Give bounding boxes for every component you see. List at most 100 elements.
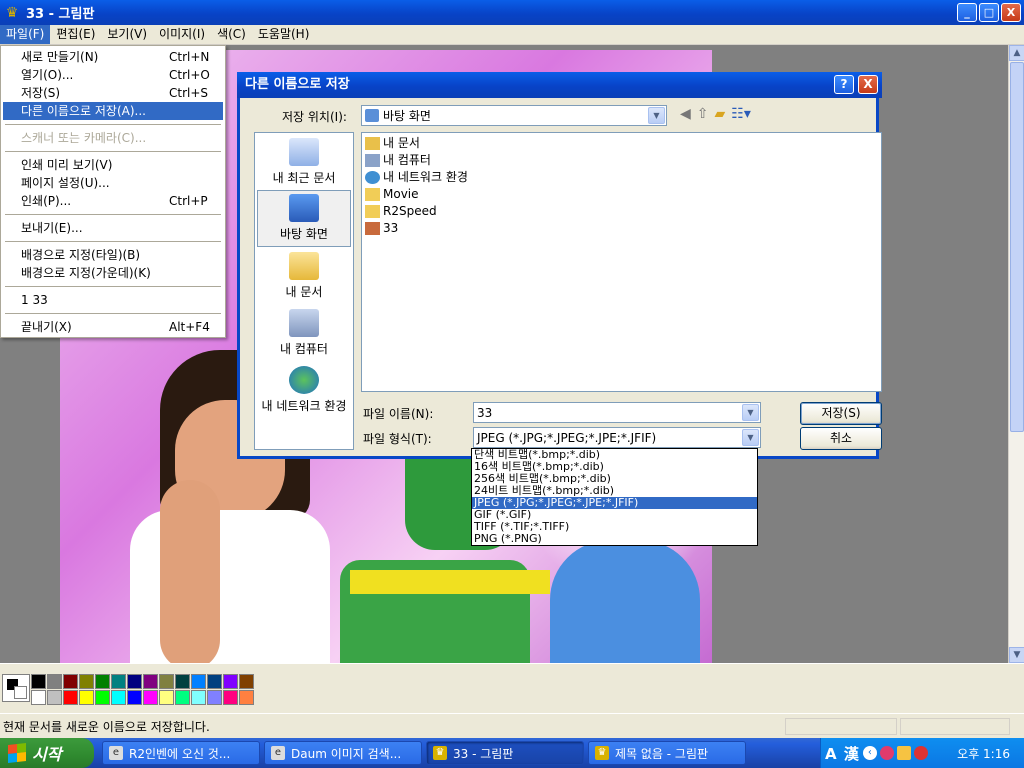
dialog-close-button[interactable]: X [858, 75, 878, 94]
color-swatch[interactable] [191, 674, 206, 689]
dialog-titlebar[interactable]: 다른 이름으로 저장 ? X [237, 72, 882, 98]
window-titlebar[interactable]: ♛ 33 - 그림판 _ □ X [0, 0, 1024, 25]
chevron-down-icon[interactable]: ▼ [742, 404, 759, 421]
tray-security-icon[interactable] [913, 746, 928, 760]
up-folder-icon[interactable]: ⇧ [697, 106, 709, 122]
save-in-combo[interactable]: 바탕 화면 ▼ [361, 105, 667, 126]
filetype-option[interactable]: 단색 비트맵(*.bmp;*.dib) [472, 449, 757, 461]
menu-set-wallpaper-centered[interactable]: 배경으로 지정(가운데)(K) [3, 264, 223, 282]
color-swatch[interactable] [143, 690, 158, 705]
menu-image[interactable]: 이미지(I) [153, 25, 211, 44]
list-item[interactable]: 내 문서 [365, 135, 878, 152]
menu-save-as[interactable]: 다른 이름으로 저장(A)... [3, 102, 223, 120]
color-swatch[interactable] [63, 674, 78, 689]
ime-indicator[interactable]: A 漢 [825, 743, 860, 764]
filename-input[interactable]: 33 ▼ [473, 402, 761, 423]
list-item[interactable]: 내 컴퓨터 [365, 152, 878, 169]
color-swatch[interactable] [127, 690, 142, 705]
taskbar-button-r2inven[interactable]: e R2인벤에 오신 것... [102, 741, 260, 765]
cancel-button[interactable]: 취소 [800, 427, 882, 450]
tray-app-icon[interactable] [879, 746, 894, 760]
color-swatch[interactable] [239, 690, 254, 705]
clock[interactable]: 오후 1:16 [957, 745, 1010, 762]
color-swatch[interactable] [79, 690, 94, 705]
menu-recent-file[interactable]: 1 33 [3, 291, 223, 309]
place-desktop[interactable]: 바탕 화면 [257, 190, 351, 247]
chevron-down-icon[interactable]: ▼ [742, 429, 759, 446]
taskbar-button-paint-untitled[interactable]: ♛ 제목 없음 - 그림판 [588, 741, 746, 765]
color-swatch[interactable] [47, 690, 62, 705]
taskbar-button-paint-33[interactable]: ♛ 33 - 그림판 [426, 741, 584, 765]
place-network[interactable]: 내 네트워크 환경 [255, 361, 353, 418]
view-menu-icon[interactable]: ☷▾ [731, 106, 751, 122]
menu-exit[interactable]: 끝내기(X) Alt+F4 [3, 318, 223, 336]
filetype-option[interactable]: 16색 비트맵(*.bmp;*.dib) [472, 461, 757, 473]
back-icon[interactable]: ◀ [680, 106, 691, 122]
color-swatch[interactable] [207, 674, 222, 689]
tray-network-icon[interactable] [896, 746, 911, 760]
menu-help[interactable]: 도움말(H) [252, 25, 316, 44]
list-item[interactable]: R2Speed [365, 203, 878, 220]
vertical-scrollbar[interactable]: ▲ ▼ [1008, 45, 1024, 663]
new-folder-icon[interactable]: ▰ [715, 106, 726, 122]
save-button[interactable]: 저장(S) [800, 402, 882, 425]
chevron-down-icon[interactable]: ▼ [648, 107, 665, 124]
current-colors[interactable] [2, 674, 30, 702]
place-my-documents[interactable]: 내 문서 [255, 247, 353, 304]
place-recent[interactable]: 내 최근 문서 [255, 133, 353, 190]
menu-print[interactable]: 인쇄(P)... Ctrl+P [3, 192, 223, 210]
filetype-option[interactable]: 256색 비트맵(*.bmp;*.dib) [472, 473, 757, 485]
scroll-up-icon[interactable]: ▲ [1009, 45, 1024, 61]
color-swatch[interactable] [31, 674, 46, 689]
menu-file[interactable]: 파일(F) [0, 25, 51, 44]
start-button[interactable]: 시작 [0, 738, 94, 768]
menu-save[interactable]: 저장(S) Ctrl+S [3, 84, 223, 102]
color-swatch[interactable] [47, 674, 62, 689]
color-swatch[interactable] [207, 690, 222, 705]
color-swatch[interactable] [223, 690, 238, 705]
list-item[interactable]: Movie [365, 186, 878, 203]
color-swatch[interactable] [191, 690, 206, 705]
menu-set-wallpaper-tiled[interactable]: 배경으로 지정(타일)(B) [3, 246, 223, 264]
maximize-button[interactable]: □ [979, 3, 999, 22]
list-item[interactable]: 33 [365, 220, 878, 237]
menu-page-setup[interactable]: 페이지 설정(U)... [3, 174, 223, 192]
color-swatch[interactable] [95, 674, 110, 689]
filetype-select[interactable]: JPEG (*.JPG;*.JPEG;*.JPE;*.JFIF) ▼ [473, 427, 761, 448]
menu-send[interactable]: 보내기(E)... [3, 219, 223, 237]
filetype-option[interactable]: 24비트 비트맵(*.bmp;*.dib) [472, 485, 757, 497]
color-swatch[interactable] [111, 674, 126, 689]
color-swatch[interactable] [31, 690, 46, 705]
menu-edit[interactable]: 편집(E) [50, 25, 101, 44]
color-swatch[interactable] [127, 674, 142, 689]
color-swatch[interactable] [159, 674, 174, 689]
color-swatch[interactable] [239, 674, 254, 689]
filetype-option-selected[interactable]: JPEG (*.JPG;*.JPEG;*.JPE;*.JFIF) [472, 497, 757, 509]
color-swatch[interactable] [79, 674, 94, 689]
color-swatch[interactable] [143, 674, 158, 689]
color-swatch[interactable] [175, 674, 190, 689]
color-swatch[interactable] [175, 690, 190, 705]
menu-print-preview[interactable]: 인쇄 미리 보기(V) [3, 156, 223, 174]
minimize-button[interactable]: _ [957, 3, 977, 22]
color-swatch[interactable] [159, 690, 174, 705]
menu-new[interactable]: 새로 만들기(N) Ctrl+N [3, 48, 223, 66]
color-swatch[interactable] [63, 690, 78, 705]
close-button[interactable]: X [1001, 3, 1021, 22]
menu-view[interactable]: 보기(V) [101, 25, 153, 44]
scroll-down-icon[interactable]: ▼ [1009, 647, 1024, 663]
filetype-option[interactable]: PNG (*.PNG) [472, 533, 757, 545]
place-my-computer[interactable]: 내 컴퓨터 [255, 304, 353, 361]
menu-open[interactable]: 열기(O)... Ctrl+O [3, 66, 223, 84]
filetype-option[interactable]: GIF (*.GIF) [472, 509, 757, 521]
filetype-option[interactable]: TIFF (*.TIF;*.TIFF) [472, 521, 757, 533]
tray-expand-icon[interactable]: ‹ [862, 746, 877, 760]
menu-colors[interactable]: 색(C) [211, 25, 252, 44]
list-item[interactable]: 내 네트워크 환경 [365, 169, 878, 186]
color-swatch[interactable] [111, 690, 126, 705]
taskbar-button-daum[interactable]: e Daum 이미지 검색... [264, 741, 422, 765]
help-button[interactable]: ? [834, 75, 854, 94]
file-list[interactable]: 내 문서 내 컴퓨터 내 네트워크 환경 Movie R2Speed 33 [361, 132, 882, 392]
scroll-thumb[interactable] [1010, 62, 1024, 432]
color-swatch[interactable] [223, 674, 238, 689]
